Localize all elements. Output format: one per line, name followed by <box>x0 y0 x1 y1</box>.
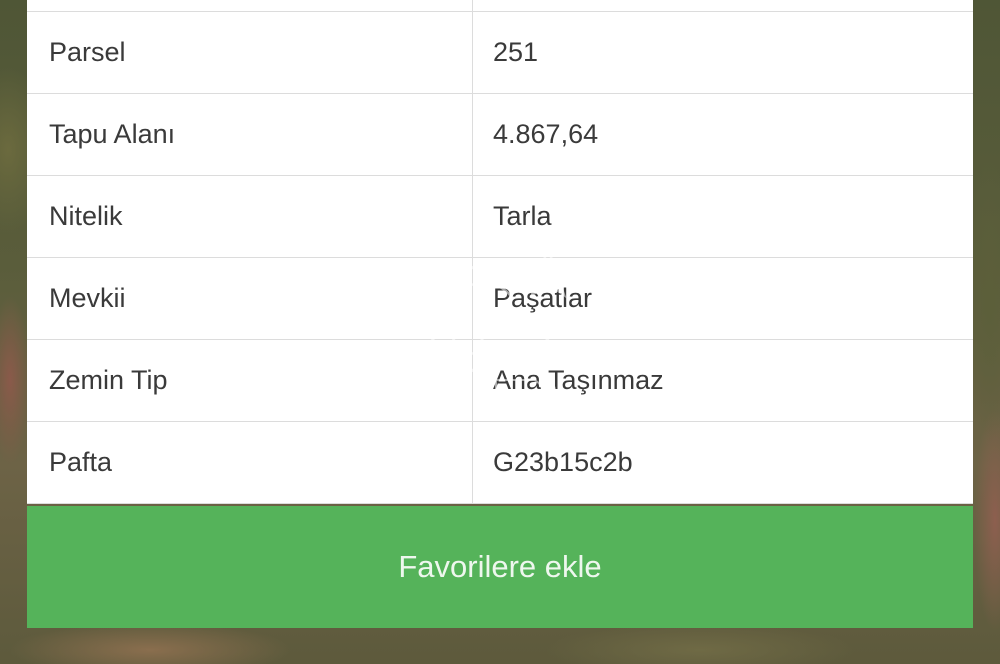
table-row-parsel: Parsel 251 <box>27 12 973 94</box>
parcel-details-table: Parsel 251 Tapu Alanı 4.867,64 Nitelik T… <box>27 0 973 504</box>
row-label: Parsel <box>27 12 473 93</box>
row-value: Paşatlar <box>493 283 593 313</box>
table-row-zemin-tip: Zemin Tip Ana Taşınmaz <box>27 340 973 422</box>
row-label-cell <box>27 0 473 11</box>
table-row-tapu-alani: Tapu Alanı 4.867,64 <box>27 94 973 176</box>
row-label: Zemin Tip <box>27 340 473 421</box>
row-label: Nitelik <box>27 176 473 257</box>
table-row-mevkii: Mevkii Paşatlar <box>27 258 973 340</box>
table-row-partial <box>27 0 973 12</box>
row-value: 251 <box>493 37 539 67</box>
row-value: Ana Taşınmaz <box>493 365 664 395</box>
row-value: 4.867,64 <box>493 119 599 149</box>
table-row-nitelik: Nitelik Tarla <box>27 176 973 258</box>
row-label: Pafta <box>27 422 473 503</box>
table-row-pafta: Pafta G23b15c2b <box>27 422 973 504</box>
add-to-favorites-button[interactable]: Favorilere ekle <box>27 506 973 628</box>
row-label: Mevkii <box>27 258 473 339</box>
row-value-cell <box>473 0 973 11</box>
row-label: Tapu Alanı <box>27 94 473 175</box>
row-value: G23b15c2b <box>493 447 633 477</box>
row-value: Tarla <box>493 201 552 231</box>
